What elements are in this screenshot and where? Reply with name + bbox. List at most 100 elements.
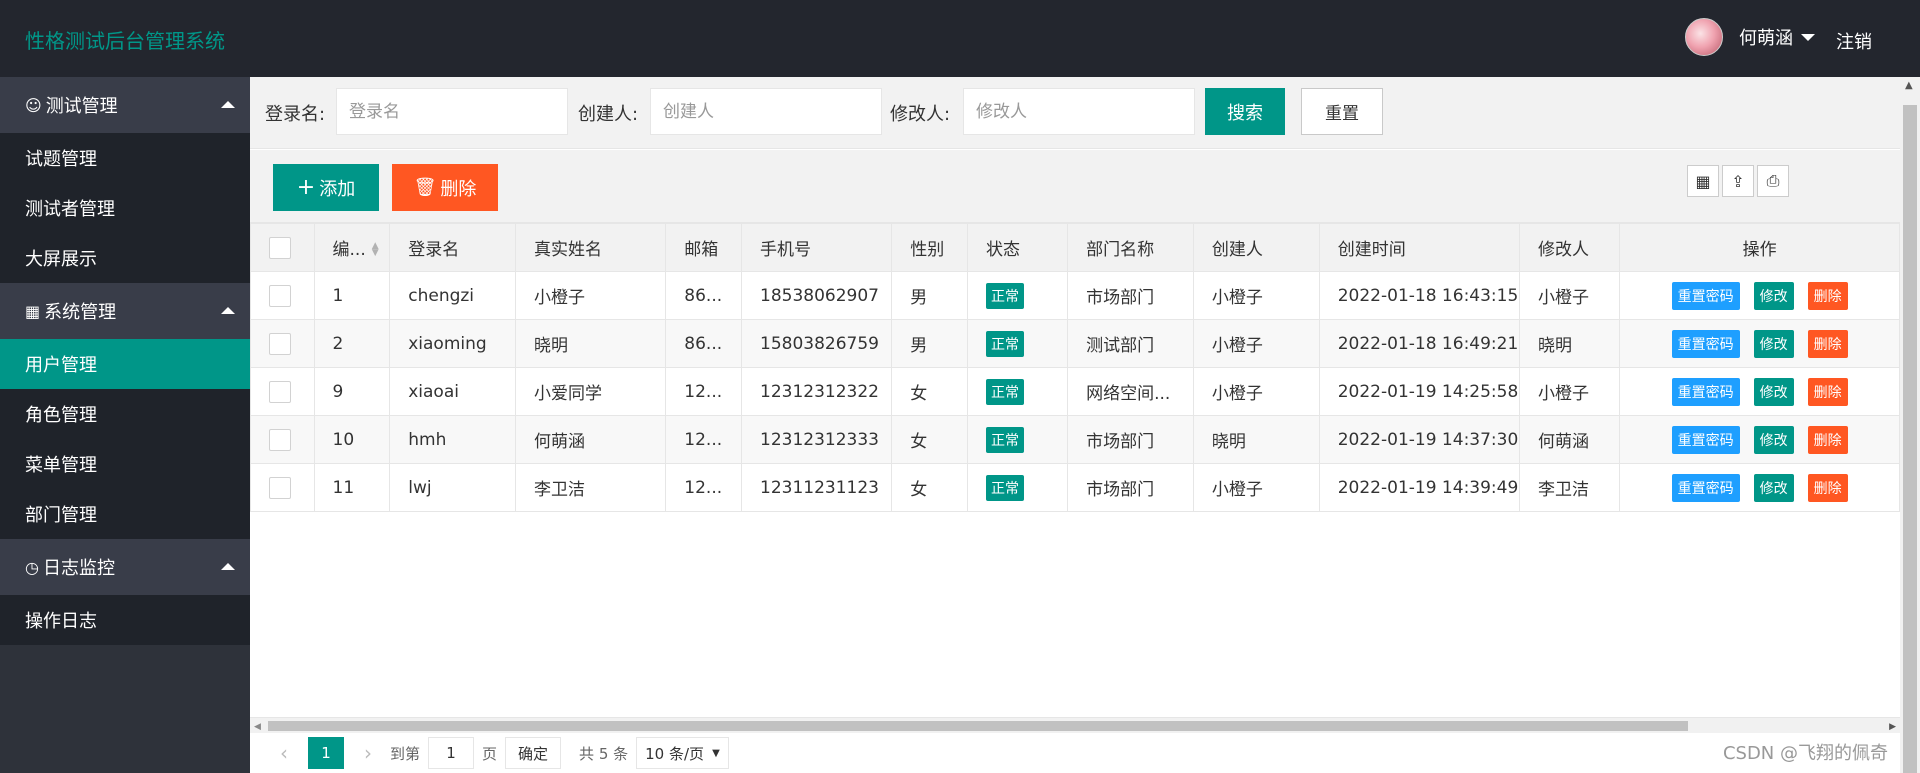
- sort-icon[interactable]: ▲ ▼: [372, 242, 379, 258]
- chevron-down-icon[interactable]: [1801, 33, 1815, 41]
- print-icon[interactable]: ⎙: [1757, 165, 1789, 197]
- current-page[interactable]: 1: [308, 737, 344, 769]
- modifier-input[interactable]: [963, 88, 1195, 135]
- cell-login: lwj: [389, 463, 517, 512]
- cell-login: xiaoming: [389, 319, 517, 368]
- next-page-icon[interactable]: ›: [364, 741, 372, 765]
- cell-actions: 重置密码 修改 删除: [1619, 367, 1900, 416]
- user-name[interactable]: 何萌涵: [1739, 24, 1793, 50]
- cell-actions: 重置密码 修改 删除: [1619, 319, 1900, 368]
- scrollbar-thumb[interactable]: [268, 721, 1688, 731]
- column-header-phone: 手机号: [740, 223, 893, 272]
- cell-email: 12...: [665, 367, 742, 416]
- creator-input[interactable]: [650, 88, 882, 135]
- cell-gender: 女: [891, 415, 968, 464]
- watermark: CSDN @飞翔的佩奇: [1722, 743, 1888, 764]
- login-input[interactable]: [336, 88, 568, 135]
- row-delete-button[interactable]: 删除: [1807, 473, 1848, 502]
- horizontal-scrollbar[interactable]: ◀ ▶: [250, 717, 1900, 733]
- app-title[interactable]: 性格测试后台管理系统: [25, 25, 225, 54]
- cell-modifier: 小橙子: [1519, 367, 1621, 416]
- sidebar-item-menus[interactable]: 菜单管理: [0, 439, 250, 489]
- cell-login: xiaoai: [389, 367, 517, 416]
- cell-id: 1: [313, 271, 391, 320]
- status-badge: 正常: [985, 282, 1024, 309]
- reset-password-button[interactable]: 重置密码: [1671, 281, 1740, 310]
- edit-button[interactable]: 修改: [1753, 473, 1794, 502]
- column-header-id[interactable]: 编... ▲ ▼: [313, 223, 391, 272]
- goto-label: 到第: [390, 744, 421, 763]
- cell-phone: 12312312322: [740, 367, 893, 416]
- row-checkbox[interactable]: [250, 415, 315, 464]
- export-icon[interactable]: ⇪: [1722, 165, 1754, 197]
- page-size-select[interactable]: 10 条/页 ▼: [636, 737, 729, 769]
- cell-email: 86...: [665, 319, 742, 368]
- reset-password-button[interactable]: 重置密码: [1671, 329, 1740, 358]
- confirm-page-button[interactable]: 确定: [505, 737, 562, 769]
- cell-email: 12...: [665, 415, 742, 464]
- reset-password-button[interactable]: 重置密码: [1671, 473, 1740, 502]
- row-checkbox[interactable]: [250, 271, 315, 320]
- column-header-modifier: 修改人: [1519, 223, 1621, 272]
- scroll-up-icon[interactable]: ▲: [1905, 80, 1913, 91]
- logout-link[interactable]: 注销: [1836, 28, 1872, 54]
- reset-password-button[interactable]: 重置密码: [1671, 425, 1740, 454]
- apps-icon: ▦: [25, 301, 41, 321]
- select-all-checkbox[interactable]: [250, 223, 315, 272]
- row-checkbox[interactable]: [250, 367, 315, 416]
- cell-id: 10: [313, 415, 391, 464]
- cell-name: 何萌涵: [515, 415, 667, 464]
- columns-icon[interactable]: ▦: [1687, 165, 1719, 197]
- user-menu[interactable]: 何萌涵: [1685, 18, 1815, 56]
- sidebar-item-departments[interactable]: 部门管理: [0, 489, 250, 539]
- edit-button[interactable]: 修改: [1753, 281, 1794, 310]
- row-delete-button[interactable]: 删除: [1807, 425, 1848, 454]
- cell-gender: 女: [891, 367, 968, 416]
- row-checkbox[interactable]: [250, 319, 315, 368]
- row-delete-button[interactable]: 删除: [1807, 281, 1848, 310]
- sidebar-group-system[interactable]: ▦ 系统管理: [0, 283, 250, 339]
- delete-button[interactable]: 🗑 删除: [392, 164, 498, 211]
- user-table: 编... ▲ ▼ 登录名 真实姓名 邮箱 手机号 性别 状态 部门名称 创建人 创建…: [250, 223, 1900, 512]
- sidebar-item-oplog[interactable]: 操作日志: [0, 595, 250, 645]
- reset-button[interactable]: 重置: [1301, 88, 1383, 135]
- sidebar-item-questions[interactable]: 试题管理: [0, 133, 250, 183]
- scroll-right-icon[interactable]: ▶: [1889, 722, 1896, 732]
- prev-page-icon[interactable]: ‹: [280, 741, 288, 765]
- cell-login: hmh: [389, 415, 517, 464]
- edit-button[interactable]: 修改: [1753, 377, 1794, 406]
- scroll-left-icon[interactable]: ◀: [254, 722, 261, 732]
- cell-creator: 小橙子: [1192, 319, 1320, 368]
- cell-created: 2022-01-18 16:43:15: [1318, 271, 1521, 320]
- search-button[interactable]: 搜索: [1205, 88, 1285, 135]
- cell-name: 小橙子: [515, 271, 667, 320]
- edit-button[interactable]: 修改: [1753, 329, 1794, 358]
- vertical-scrollbar[interactable]: ▲: [1900, 77, 1920, 773]
- row-checkbox[interactable]: [250, 463, 315, 512]
- plus-icon: +: [296, 175, 316, 200]
- column-header-email: 邮箱: [665, 223, 742, 272]
- sidebar-item-dashboard[interactable]: 大屏展示: [0, 233, 250, 283]
- edit-button[interactable]: 修改: [1753, 425, 1794, 454]
- reset-password-button[interactable]: 重置密码: [1671, 377, 1740, 406]
- sidebar-group-logs[interactable]: ◷ 日志监控: [0, 539, 250, 595]
- sidebar-group-label: 日志监控: [42, 558, 115, 579]
- sidebar-item-users[interactable]: 用户管理: [0, 339, 250, 389]
- row-delete-button[interactable]: 删除: [1807, 329, 1848, 358]
- column-header-status: 状态: [966, 223, 1069, 272]
- table-row: 1 chengzi 小橙子 86... 18538062907 男 正常 市场部…: [250, 271, 1900, 320]
- avatar[interactable]: [1685, 18, 1723, 56]
- sidebar-item-testers[interactable]: 测试者管理: [0, 183, 250, 233]
- cell-status: 正常: [966, 319, 1069, 368]
- sidebar-item-roles[interactable]: 角色管理: [0, 389, 250, 439]
- row-delete-button[interactable]: 删除: [1807, 377, 1848, 406]
- cell-actions: 重置密码 修改 删除: [1619, 271, 1900, 320]
- sidebar-group-test[interactable]: ☺ 测试管理: [0, 77, 250, 133]
- scrollbar-thumb[interactable]: [1903, 105, 1917, 773]
- goto-page-input[interactable]: [428, 737, 475, 769]
- cell-id: 9: [313, 367, 391, 416]
- login-label: 登录名:: [265, 104, 326, 125]
- add-button[interactable]: + 添加: [273, 164, 379, 211]
- sidebar: ☺ 测试管理 试题管理 测试者管理 大屏展示 ▦ 系统管理 用户管理 角色管理 …: [0, 77, 250, 773]
- pagination: ‹ 1 › 到第 页 确定 共 5 条 10 条/页 ▼: [250, 733, 1900, 773]
